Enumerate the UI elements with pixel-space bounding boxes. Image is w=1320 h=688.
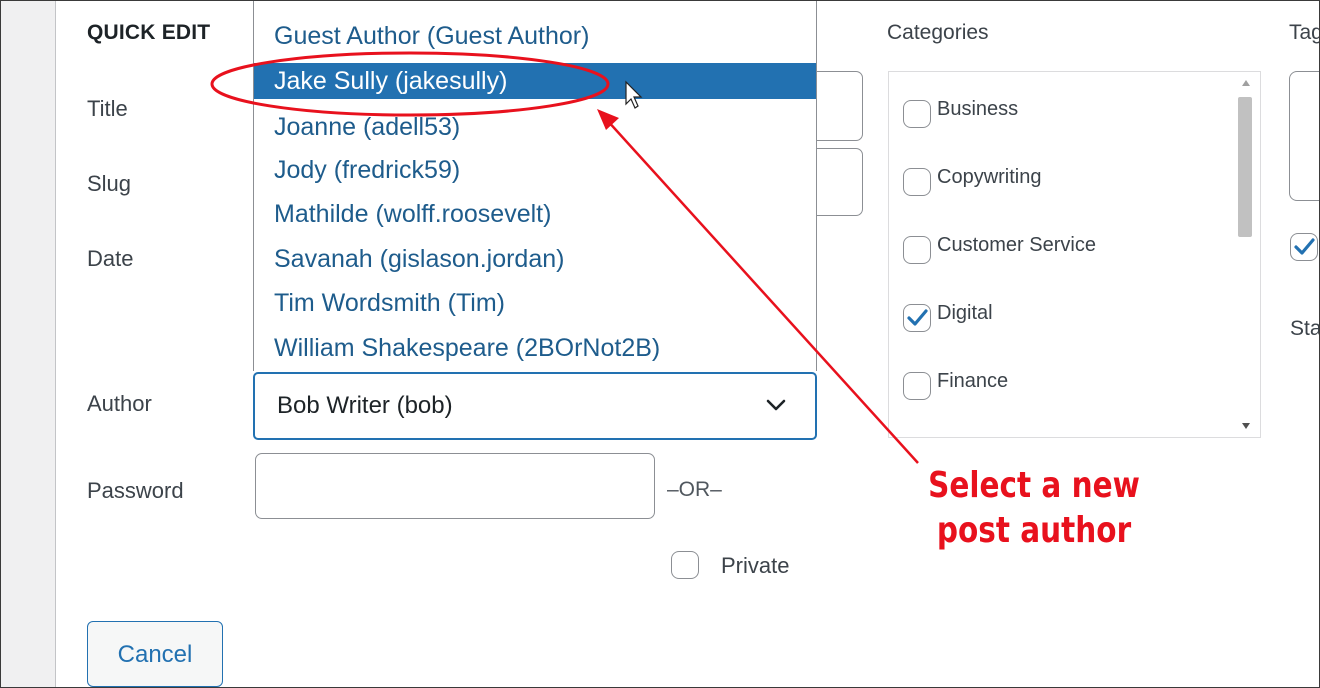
author-option-highlighted[interactable]: Jake Sully (jakesully) [254, 63, 816, 99]
scroll-down-arrow-icon[interactable] [1242, 423, 1250, 429]
author-option[interactable]: Guest Author (Guest Author) [254, 18, 816, 54]
category-checkbox[interactable] [903, 168, 931, 196]
password-label: Password [87, 478, 184, 503]
author-option[interactable]: Savanah (gislason.jordan) [254, 241, 816, 277]
category-item[interactable]: Copywriting [903, 165, 1042, 204]
author-option[interactable]: Joanne (adell53) [254, 109, 816, 145]
chevron-down-icon [766, 399, 786, 411]
tags-title: Tag [1289, 21, 1320, 44]
or-separator: –OR– [667, 478, 722, 501]
checkmark-icon [1294, 238, 1315, 255]
title-label: Title [87, 96, 128, 121]
category-item[interactable]: Finance [903, 369, 1009, 408]
status-title: Sta [1290, 317, 1320, 340]
category-label: Customer Service [937, 233, 1096, 256]
scrollbar-thumb[interactable] [1238, 97, 1252, 237]
category-label: Business [937, 97, 1019, 120]
category-label: Copywriting [937, 165, 1042, 188]
author-option[interactable]: William Shakespeare (2BOrNot2B) [254, 330, 816, 366]
password-input[interactable] [255, 453, 655, 519]
category-item[interactable]: Customer Service [903, 233, 1096, 272]
annotation-callout: Select a new post author [891, 463, 1178, 553]
author-option[interactable]: Jody (fredrick59) [254, 152, 816, 188]
private-checkbox[interactable] [671, 551, 699, 579]
category-checkbox[interactable] [903, 236, 931, 264]
category-checkbox-checked[interactable] [903, 304, 931, 332]
category-checkbox[interactable] [903, 372, 931, 400]
quick-edit-panel: QUICK EDIT Title Slug Date Author Passwo… [0, 0, 1320, 688]
categories-list: Business Copywriting Customer Service Di… [888, 71, 1261, 438]
author-option[interactable]: Mathilde (wolff.roosevelt) [254, 196, 816, 232]
category-label: Digital [937, 301, 993, 324]
author-option[interactable]: Tim Wordsmith (Tim) [254, 285, 816, 321]
slug-label: Slug [87, 171, 132, 196]
checkmark-icon [907, 309, 928, 326]
category-label: Finance [937, 369, 1009, 392]
scroll-up-arrow-icon[interactable] [1242, 80, 1250, 86]
category-item[interactable]: Business [903, 97, 1019, 136]
quick-edit-title: QUICK EDIT [87, 21, 211, 44]
tags-textarea[interactable] [1289, 71, 1319, 201]
author-selected-value: Bob Writer (bob) [277, 392, 453, 419]
private-label: Private [721, 553, 790, 578]
categories-title: Categories [887, 21, 989, 44]
date-label: Date [87, 246, 134, 271]
author-dropdown-list: Guest Author (Guest Author) Jake Sully (… [253, 1, 817, 371]
left-divider [55, 1, 56, 687]
tags-option-checkbox[interactable] [1290, 233, 1318, 261]
cancel-button[interactable]: Cancel [87, 621, 223, 687]
author-select[interactable]: Bob Writer (bob) [253, 372, 817, 440]
annotation-line-1: Select a new [928, 465, 1140, 506]
category-checkbox[interactable] [903, 100, 931, 128]
author-label: Author [87, 391, 152, 416]
annotation-line-2: post author [936, 510, 1132, 551]
category-item[interactable]: Digital [903, 301, 993, 340]
left-gutter [1, 1, 55, 687]
